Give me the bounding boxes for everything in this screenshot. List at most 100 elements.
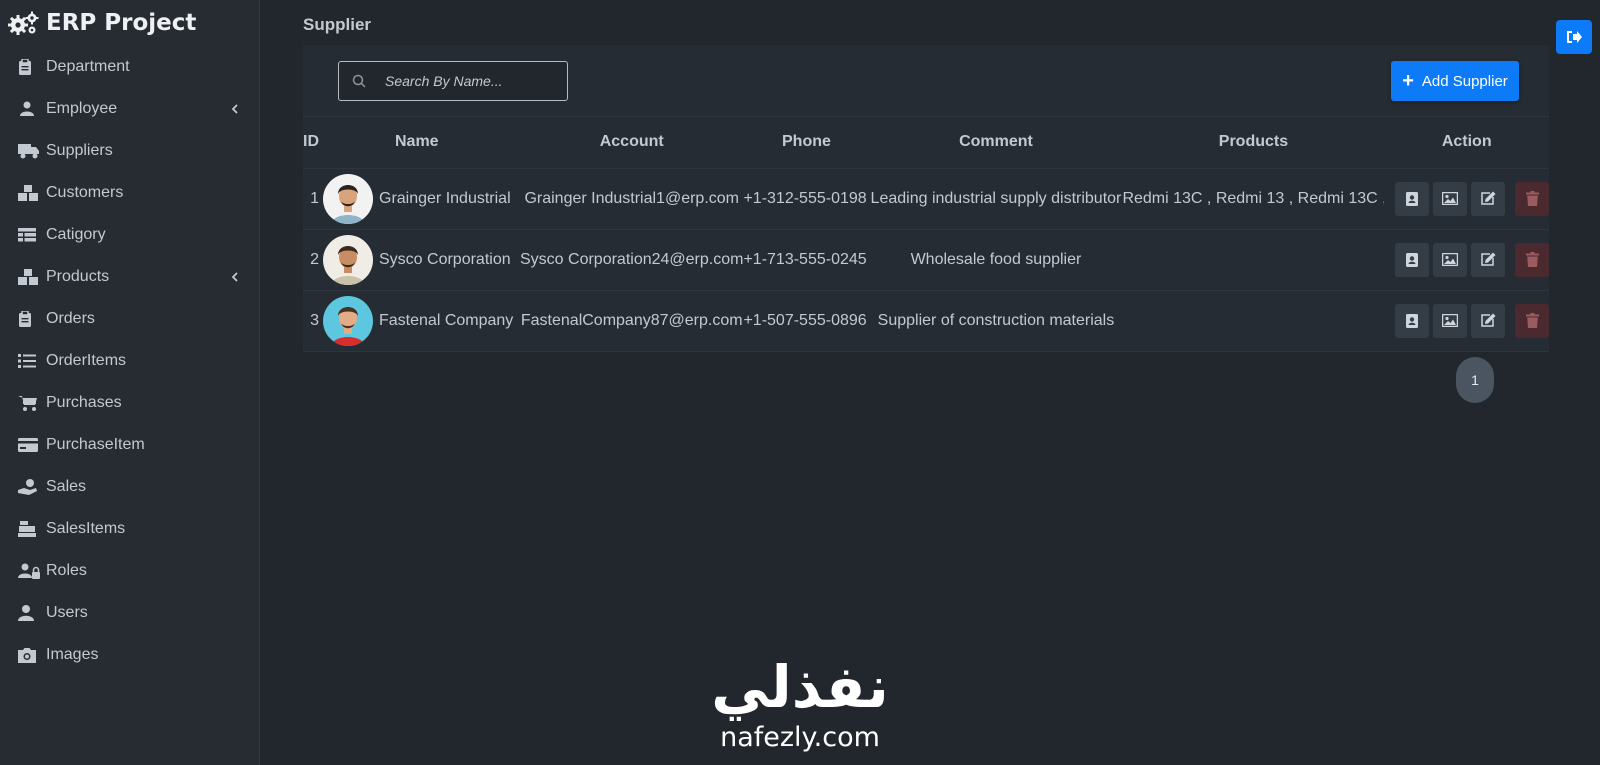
cell-comment: Supplier of construction materials bbox=[869, 290, 1123, 352]
delete-button[interactable] bbox=[1515, 181, 1549, 216]
cell-account: Sysco Corporation24@erp.com bbox=[520, 229, 744, 291]
search-box bbox=[338, 61, 568, 101]
sidebar-nav: Department Employee Suppliers Customers Cati… bbox=[0, 46, 259, 676]
col-action: Action bbox=[1384, 117, 1549, 169]
sidebar-item-label: Customers bbox=[46, 184, 124, 201]
watermark-latin: nafezly.com bbox=[720, 722, 880, 753]
sidebar-item-label: PurchaseItem bbox=[46, 436, 145, 453]
cell-phone: +1-713-555-0245 bbox=[743, 229, 870, 291]
sidebar-item-label: Employee bbox=[46, 100, 118, 117]
search-input[interactable] bbox=[385, 73, 565, 89]
contact-icon bbox=[1406, 252, 1418, 267]
image-icon bbox=[1442, 253, 1458, 266]
cell-phone: +1-507-555-0896 bbox=[743, 290, 870, 352]
edit-button[interactable] bbox=[1471, 303, 1505, 338]
cell-id: 1 bbox=[303, 168, 319, 230]
sidebar-item-roles[interactable]: Roles bbox=[0, 550, 259, 592]
sidebar-item-purchases[interactable]: Purchases bbox=[0, 382, 259, 424]
contact-icon bbox=[1406, 191, 1418, 206]
col-products: Products bbox=[1122, 117, 1385, 169]
image-button[interactable] bbox=[1433, 303, 1467, 338]
edit-button[interactable] bbox=[1471, 181, 1505, 216]
edit-button[interactable] bbox=[1471, 242, 1505, 277]
add-supplier-button[interactable]: + Add Supplier bbox=[1391, 61, 1519, 101]
sidebar-item-suppliers[interactable]: Suppliers bbox=[0, 130, 259, 172]
sidebar-item-users[interactable]: Users bbox=[0, 592, 259, 634]
users-icon bbox=[18, 101, 44, 117]
details-button[interactable] bbox=[1395, 303, 1429, 338]
trash-icon bbox=[1525, 252, 1539, 267]
details-button[interactable] bbox=[1395, 242, 1429, 277]
delete-button[interactable] bbox=[1515, 303, 1549, 338]
app-title: ERP Project bbox=[46, 10, 197, 36]
image-button[interactable] bbox=[1433, 181, 1467, 216]
sidebar-item-orders[interactable]: Orders bbox=[0, 298, 259, 340]
image-icon bbox=[1442, 314, 1458, 327]
image-icon bbox=[1442, 192, 1458, 205]
cell-products: Redmi 13C , Redmi 13 , Redmi 13C , bbox=[1122, 168, 1385, 230]
watermark: نفذلي nafezly.com bbox=[700, 655, 900, 753]
col-account: Account bbox=[520, 117, 744, 169]
avatar bbox=[323, 295, 373, 346]
edit-icon bbox=[1480, 252, 1496, 267]
sidebar-item-customers[interactable]: Customers bbox=[0, 172, 259, 214]
details-button[interactable] bbox=[1395, 181, 1429, 216]
sidebar-item-label: SalesItems bbox=[46, 520, 126, 537]
pagination-page-1[interactable]: 1 bbox=[1456, 357, 1494, 403]
row-actions bbox=[1384, 242, 1549, 277]
cell-id: 2 bbox=[303, 229, 319, 291]
plus-icon: + bbox=[1402, 70, 1414, 92]
col-id: ID bbox=[303, 117, 319, 169]
edit-icon bbox=[1480, 191, 1496, 206]
search-icon bbox=[339, 74, 379, 88]
sidebar-item-label: Orders bbox=[46, 310, 95, 327]
brand[interactable]: ERP Project bbox=[0, 0, 259, 46]
page-title: Supplier bbox=[303, 15, 372, 34]
cell-comment: Wholesale food supplier bbox=[869, 229, 1123, 291]
cell-products bbox=[1122, 290, 1385, 352]
sidebar-item-label: Sales bbox=[46, 478, 87, 495]
chevron-left-icon[interactable] bbox=[231, 269, 239, 285]
gears-icon bbox=[8, 11, 39, 35]
table-row: 1 Grainger Industrial Grainger Industrial1… bbox=[303, 168, 1549, 230]
cell-phone: +1-312-555-0198 bbox=[743, 168, 870, 230]
sidebar-item-label: Roles bbox=[46, 562, 87, 579]
sidebar-item-sales[interactable]: Sales bbox=[0, 466, 259, 508]
contact-icon bbox=[1406, 313, 1418, 328]
table-row: 3 Fastenal Company FastenalCompany87@erp.c… bbox=[303, 290, 1549, 352]
avatar bbox=[323, 173, 373, 224]
add-supplier-label: Add Supplier bbox=[1421, 72, 1508, 90]
table-header-row: ID Name Account Phone Comment Products A… bbox=[303, 117, 1549, 169]
avatar bbox=[323, 234, 373, 285]
sidebar-item-department[interactable]: Department bbox=[0, 46, 259, 88]
cart-icon bbox=[18, 395, 44, 411]
hand-dollar-icon bbox=[18, 479, 44, 495]
cell-actions bbox=[1384, 229, 1549, 291]
cell-account: Grainger Industrial1@erp.com bbox=[520, 168, 744, 230]
sidebar-item-images[interactable]: Images bbox=[0, 634, 259, 676]
clipboard-icon bbox=[18, 311, 44, 327]
sidebar-item-employee[interactable]: Employee bbox=[0, 88, 259, 130]
sidebar-item-catigory[interactable]: Catigory bbox=[0, 214, 259, 256]
chevron-left-icon[interactable] bbox=[231, 101, 239, 117]
user-icon bbox=[18, 605, 44, 621]
sidebar-item-purchaseitem[interactable]: PurchaseItem bbox=[0, 424, 259, 466]
trash-icon bbox=[1525, 313, 1539, 328]
cell-actions bbox=[1384, 290, 1549, 352]
edit-icon bbox=[1480, 313, 1496, 328]
supplier-panel: + Add Supplier ID Name Account Phone Com… bbox=[303, 45, 1549, 352]
sidebar-item-orderitems[interactable]: OrderItems bbox=[0, 340, 259, 382]
sidebar: ERP Project Department Employee Suppliers C… bbox=[0, 0, 260, 765]
cell-avatar bbox=[319, 229, 375, 291]
cell-actions bbox=[1384, 168, 1549, 230]
logout-button[interactable] bbox=[1556, 20, 1592, 54]
sign-out-icon bbox=[1567, 31, 1582, 43]
boxes-icon bbox=[18, 269, 44, 285]
delete-button[interactable] bbox=[1515, 242, 1549, 277]
sidebar-item-products[interactable]: Products bbox=[0, 256, 259, 298]
col-comment: Comment bbox=[869, 117, 1123, 169]
cell-account: FastenalCompany87@erp.com bbox=[520, 290, 744, 352]
cell-name: Sysco Corporation bbox=[375, 229, 520, 291]
image-button[interactable] bbox=[1433, 242, 1467, 277]
sidebar-item-salesitems[interactable]: SalesItems bbox=[0, 508, 259, 550]
